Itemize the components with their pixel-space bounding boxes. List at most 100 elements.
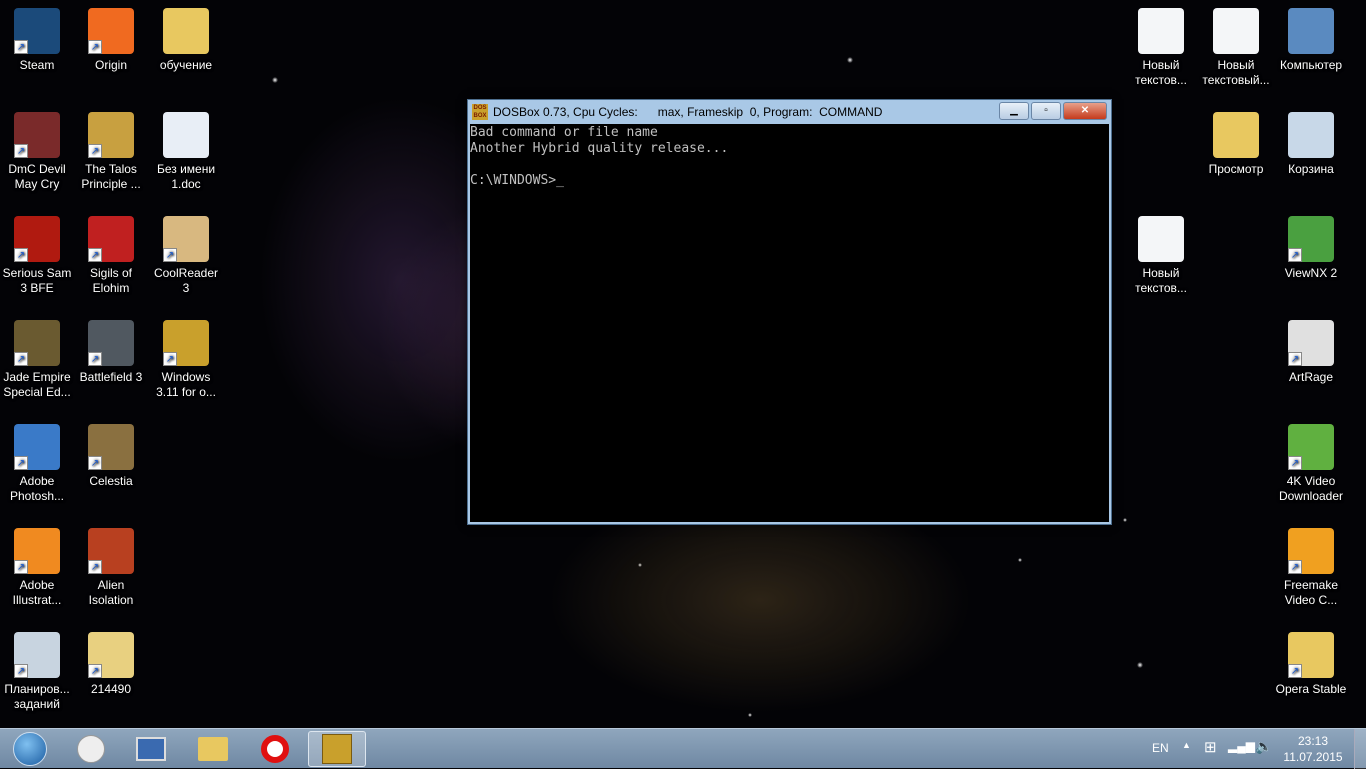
app-icon: ↗ bbox=[14, 632, 60, 678]
artrage-icon bbox=[77, 735, 105, 763]
app-icon: ↗ bbox=[14, 112, 60, 158]
app-icon: ↗ bbox=[1288, 424, 1334, 470]
console-line: Another Hybrid quality release... bbox=[470, 141, 729, 156]
app-icon bbox=[1138, 216, 1184, 262]
shortcut-arrow-icon: ↗ bbox=[1288, 352, 1302, 366]
icon-label: Новый текстов... bbox=[1135, 58, 1187, 87]
icon-label: Alien Isolation bbox=[88, 578, 134, 607]
taskbar-explorer[interactable] bbox=[184, 731, 242, 767]
shortcut-arrow-icon: ↗ bbox=[88, 352, 102, 366]
app-icon: ↗ bbox=[14, 216, 60, 262]
icon-label: ArtRage bbox=[1288, 370, 1334, 384]
clock-date: 11.07.2015 bbox=[1283, 750, 1343, 764]
app-icon: ↗ bbox=[88, 216, 134, 262]
desktop-icon[interactable]: ↗ CoolReader 3 bbox=[149, 216, 223, 296]
desktop-icon[interactable]: ↗ DmC Devil May Cry bbox=[0, 112, 74, 192]
desktop-icon[interactable]: ↗ 214490 bbox=[74, 632, 148, 697]
desktop-icon[interactable]: ↗ Celestia bbox=[74, 424, 148, 489]
desktop-icon[interactable]: ↗ ArtRage bbox=[1274, 320, 1348, 385]
desktop-icon[interactable]: ↗ Alien Isolation bbox=[74, 528, 148, 608]
app-icon: ↗ bbox=[88, 112, 134, 158]
desktop-icon[interactable]: ↗ Jade Empire Special Ed... bbox=[0, 320, 74, 400]
app-icon bbox=[1138, 8, 1184, 54]
desktop-icon[interactable]: ↗ Serious Sam 3 BFE bbox=[0, 216, 74, 296]
icon-label: 4K Video Downloader bbox=[1278, 474, 1344, 503]
taskbar-app[interactable] bbox=[122, 731, 180, 767]
desktop-icon[interactable]: ↗ Windows 3.11 for o... bbox=[149, 320, 223, 400]
clock[interactable]: 23:13 11.07.2015 bbox=[1278, 733, 1348, 765]
desktop-icon[interactable]: Новый текстов... bbox=[1124, 8, 1198, 88]
icon-label: Celestia bbox=[89, 474, 133, 488]
show-hidden-icons-button[interactable]: ▲ bbox=[1182, 740, 1191, 750]
start-button[interactable] bbox=[0, 731, 60, 767]
app-icon: ↗ bbox=[1288, 632, 1334, 678]
close-button[interactable]: ✕ bbox=[1063, 102, 1107, 120]
icon-label: Jade Empire Special Ed... bbox=[3, 370, 71, 399]
icon-label: Adobe Illustrat... bbox=[12, 578, 62, 607]
icon-label: 214490 bbox=[90, 682, 132, 696]
icon-label: Steam bbox=[19, 58, 55, 72]
action-center-icon[interactable]: ⊞ bbox=[1204, 738, 1217, 756]
console-line: Bad command or file name bbox=[470, 125, 658, 140]
desktop-icon[interactable]: Без имени 1.doc bbox=[149, 112, 223, 192]
shortcut-arrow-icon: ↗ bbox=[14, 456, 28, 470]
desktop-icon[interactable]: Просмотр bbox=[1199, 112, 1273, 177]
shortcut-arrow-icon: ↗ bbox=[1288, 560, 1302, 574]
maximize-button[interactable]: ▫ bbox=[1031, 102, 1061, 120]
taskbar-dosbox[interactable] bbox=[308, 731, 366, 767]
icon-label: Планиров... заданий bbox=[4, 682, 70, 711]
show-desktop-button[interactable] bbox=[1354, 729, 1366, 769]
taskbar: EN ▲ ⊞ ▂▄▆ 🔈 23:13 11.07.2015 bbox=[0, 728, 1366, 769]
app-icon: ↗ bbox=[88, 320, 134, 366]
desktop-icon[interactable]: Новый текстовый... bbox=[1199, 8, 1273, 88]
shortcut-arrow-icon: ↗ bbox=[88, 560, 102, 574]
taskbar-artrage[interactable] bbox=[62, 731, 120, 767]
app-icon bbox=[163, 112, 209, 158]
network-icon[interactable]: ▂▄▆ bbox=[1228, 739, 1255, 753]
desktop-icon[interactable]: ↗ Sigils of Elohim bbox=[74, 216, 148, 296]
desktop-icon[interactable]: ↗ The Talos Principle ... bbox=[74, 112, 148, 192]
dosbox-window[interactable]: DOS BOX DOSBox 0.73, Cpu Cycles: max, Fra… bbox=[467, 99, 1112, 525]
icon-label: Origin bbox=[94, 58, 127, 72]
icon-label: The Talos Principle ... bbox=[81, 162, 141, 191]
desktop-icon[interactable]: ↗ 4K Video Downloader bbox=[1274, 424, 1348, 504]
shortcut-arrow-icon: ↗ bbox=[88, 664, 102, 678]
desktop-icon[interactable]: ↗ Opera Stable bbox=[1274, 632, 1348, 697]
icon-label: Sigils of Elohim bbox=[89, 266, 133, 295]
console-output[interactable]: Bad command or file name Another Hybrid q… bbox=[470, 124, 1109, 522]
desktop-icon[interactable]: ↗ Планиров... заданий bbox=[0, 632, 74, 712]
desktop-icon[interactable]: ↗ Adobe Photosh... bbox=[0, 424, 74, 504]
desktop-icon[interactable]: ↗ ViewNX 2 bbox=[1274, 216, 1348, 281]
app-icon bbox=[1288, 8, 1334, 54]
shortcut-arrow-icon: ↗ bbox=[14, 144, 28, 158]
shortcut-arrow-icon: ↗ bbox=[1288, 664, 1302, 678]
shortcut-arrow-icon: ↗ bbox=[14, 664, 28, 678]
desktop-icon[interactable]: ↗ Origin bbox=[74, 8, 148, 73]
icon-label: Корзина bbox=[1288, 162, 1334, 176]
shortcut-arrow-icon: ↗ bbox=[88, 248, 102, 262]
app-icon: ↗ bbox=[14, 320, 60, 366]
volume-icon[interactable]: 🔈 bbox=[1255, 738, 1272, 755]
shortcut-arrow-icon: ↗ bbox=[88, 144, 102, 158]
desktop-icon[interactable]: ↗ Steam bbox=[0, 8, 74, 73]
app-icon bbox=[163, 8, 209, 54]
desktop-icon[interactable]: обучение bbox=[149, 8, 223, 73]
shortcut-arrow-icon: ↗ bbox=[14, 560, 28, 574]
minimize-button[interactable]: ▁ bbox=[999, 102, 1029, 120]
dosbox-icon: DOS BOX bbox=[472, 104, 488, 120]
shortcut-arrow-icon: ↗ bbox=[14, 352, 28, 366]
desktop-icon[interactable]: Компьютер bbox=[1274, 8, 1348, 73]
desktop-icon[interactable]: Корзина bbox=[1274, 112, 1348, 177]
icon-label: Opera Stable bbox=[1275, 682, 1347, 696]
shortcut-arrow-icon: ↗ bbox=[88, 456, 102, 470]
app-icon bbox=[1288, 112, 1334, 158]
app-icon: ↗ bbox=[88, 8, 134, 54]
taskbar-opera[interactable] bbox=[246, 731, 304, 767]
desktop-icon[interactable]: Новый текстов... bbox=[1124, 216, 1198, 296]
language-indicator[interactable]: EN bbox=[1152, 741, 1169, 755]
shortcut-arrow-icon: ↗ bbox=[88, 40, 102, 54]
app-icon: ↗ bbox=[163, 320, 209, 366]
desktop-icon[interactable]: ↗ Freemake Video C... bbox=[1274, 528, 1348, 608]
desktop-icon[interactable]: ↗ Battlefield 3 bbox=[74, 320, 148, 385]
desktop-icon[interactable]: ↗ Adobe Illustrat... bbox=[0, 528, 74, 608]
